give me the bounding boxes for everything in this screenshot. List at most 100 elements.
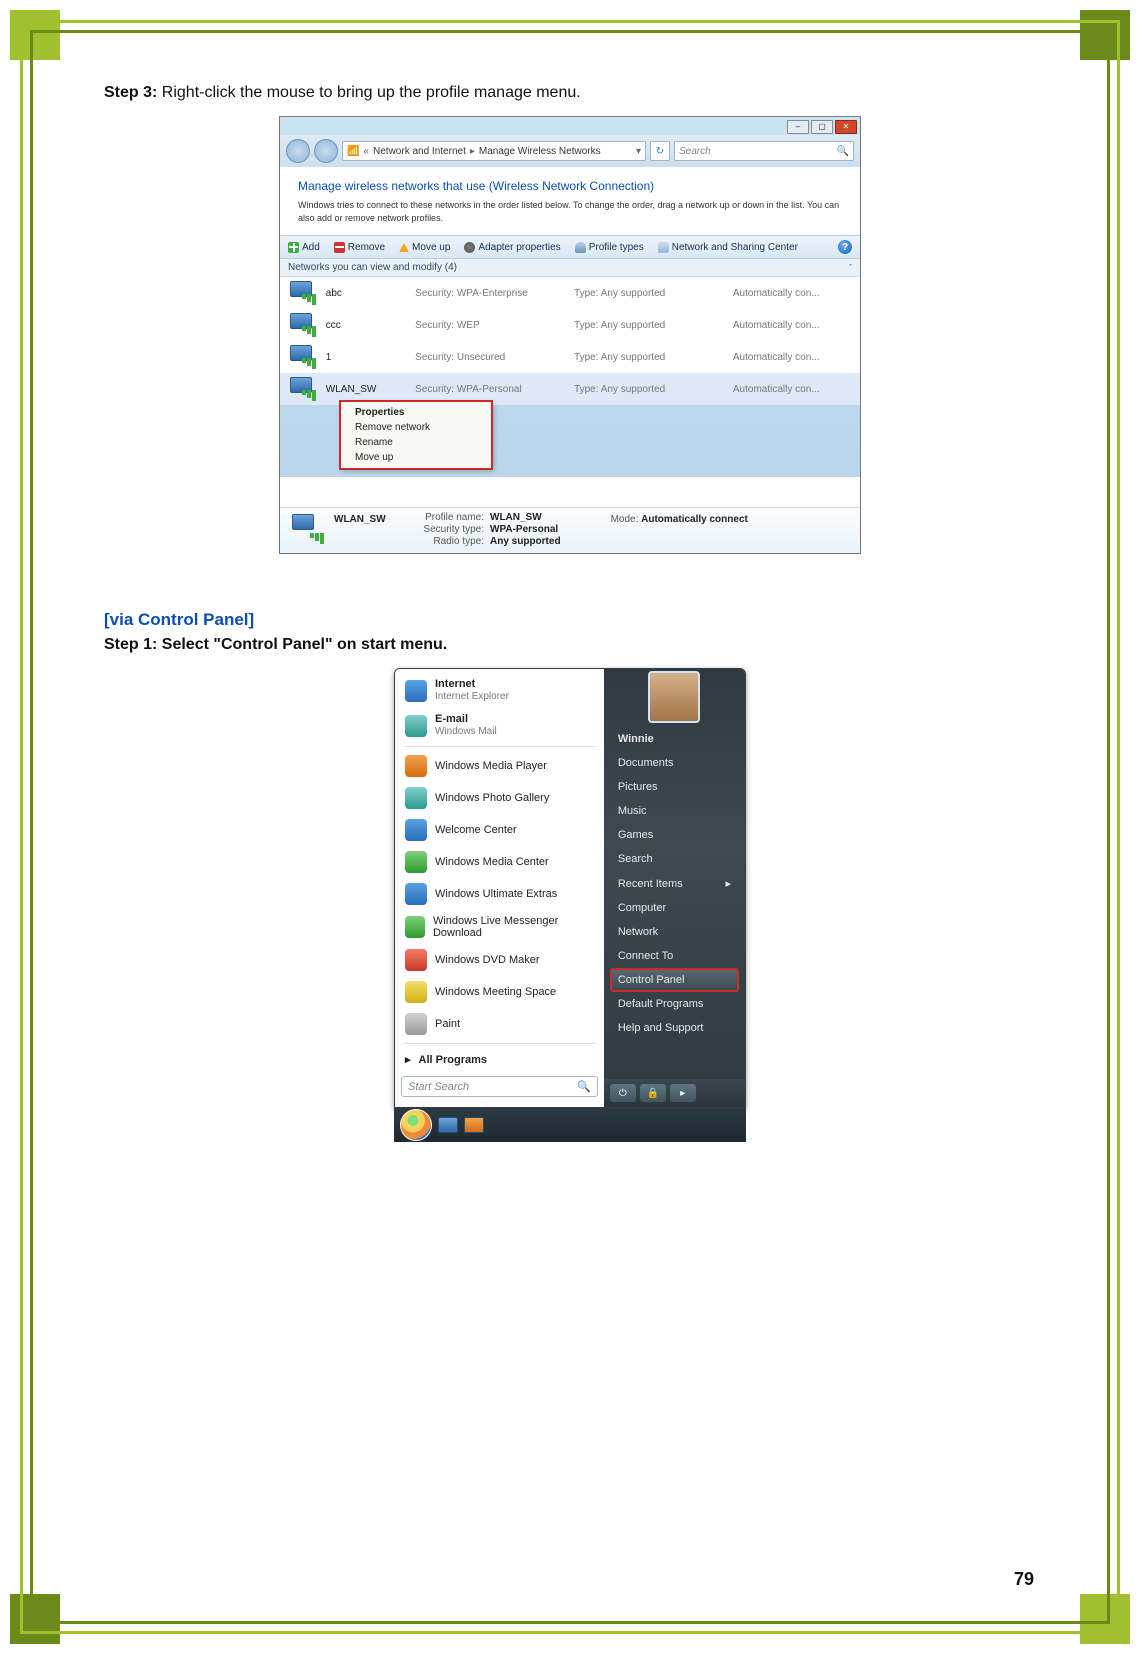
k-security: Security type: — [394, 524, 484, 535]
page-heading: Manage wireless networks that use (Wirel… — [298, 179, 842, 193]
toolbar-moveup[interactable]: Move up — [399, 242, 450, 253]
start-right-label: Network — [618, 926, 658, 938]
breadcrumb-seg-2[interactable]: Manage Wireless Networks — [479, 146, 601, 157]
k-profile: Profile name: — [394, 512, 484, 523]
app-label: Welcome Center — [435, 824, 517, 836]
start-right-item[interactable]: Recent Items▸ — [604, 871, 745, 896]
chevron-right-icon: ▸ — [470, 146, 475, 157]
network-icon — [288, 377, 316, 401]
start-left-item[interactable]: Windows Ultimate Extras — [395, 878, 604, 910]
group-header[interactable]: Networks you can view and modify (4) ˆ — [280, 259, 860, 277]
app-icon — [405, 981, 427, 1003]
taskbar — [394, 1108, 746, 1142]
start-right-label: Music — [618, 805, 647, 817]
network-row[interactable]: abcSecurity: WPA-EnterpriseType: Any sup… — [280, 277, 860, 309]
network-row[interactable]: 1Security: UnsecuredType: Any supportedA… — [280, 341, 860, 373]
start-right-item[interactable]: Games — [604, 823, 745, 847]
start-left-item[interactable]: Windows DVD Maker — [395, 944, 604, 976]
network-name: ccc — [326, 320, 405, 331]
start-right-item[interactable]: Documents — [604, 751, 745, 775]
power-button[interactable]: ⏻ — [610, 1084, 636, 1102]
help-icon[interactable]: ? — [838, 240, 852, 254]
start-right-item[interactable]: Search — [604, 847, 745, 871]
network-icon — [290, 514, 324, 544]
chevron-up-icon: ˆ — [849, 263, 852, 273]
step-3-line: Step 3: Right-click the mouse to bring u… — [104, 84, 1040, 102]
network-auto: Automatically con... — [733, 288, 852, 299]
start-right-item-control-panel[interactable]: Control Panel — [610, 968, 739, 992]
address-bar: 📶 « Network and Internet ▸ Manage Wirele… — [280, 135, 860, 167]
app-icon — [405, 787, 427, 809]
page-content: Step 3: Right-click the mouse to bring u… — [100, 70, 1040, 1584]
network-type: Type: Any supported — [574, 288, 723, 299]
start-left-item[interactable]: Windows Media Player — [395, 750, 604, 782]
step-1-line: Step 1: Select "Control Panel" on start … — [104, 636, 1040, 654]
start-left-item[interactable]: Paint — [395, 1008, 604, 1040]
nav-forward-button[interactable] — [314, 139, 338, 163]
ctx-properties[interactable]: Properties — [341, 405, 491, 420]
start-left-item[interactable]: Welcome Center — [395, 814, 604, 846]
toolbar-add[interactable]: Add — [288, 242, 320, 253]
ctx-rename[interactable]: Rename — [341, 435, 491, 450]
start-left-item[interactable]: InternetInternet Explorer — [395, 673, 604, 708]
start-right-item[interactable]: Pictures — [604, 775, 745, 799]
toolbar-center[interactable]: Network and Sharing Center — [658, 242, 798, 253]
start-left-item[interactable]: Windows Photo Gallery — [395, 782, 604, 814]
network-row[interactable]: cccSecurity: WEPType: Any supportedAutom… — [280, 309, 860, 341]
step-3-text: Right-click the mouse to bring up the pr… — [157, 84, 580, 101]
app-label: Windows Media Player — [435, 760, 547, 772]
start-left-item[interactable]: Windows Live Messenger Download — [395, 910, 604, 944]
taskbar-icon[interactable] — [438, 1117, 458, 1133]
window-titlebar: – ▢ ✕ — [280, 117, 860, 135]
start-right-label: Games — [618, 829, 653, 841]
toolbar-adapter-label: Adapter properties — [478, 242, 560, 253]
shutdown-menu[interactable]: ▸ — [670, 1084, 696, 1102]
breadcrumb-dropdown-icon[interactable]: ▾ — [636, 146, 641, 157]
start-left-item[interactable]: Windows Media Center — [395, 846, 604, 878]
start-right-item[interactable]: Default Programs — [604, 992, 745, 1016]
breadcrumb-seg-1[interactable]: Network and Internet — [373, 146, 466, 157]
breadcrumb[interactable]: 📶 « Network and Internet ▸ Manage Wirele… — [342, 141, 646, 161]
start-right-item[interactable]: Help and Support — [604, 1016, 745, 1040]
toolbar-profile-label: Profile types — [589, 242, 644, 253]
start-search-input[interactable]: Start Search 🔍 — [401, 1076, 598, 1097]
plus-icon — [288, 242, 299, 253]
network-icon — [288, 345, 316, 369]
refresh-button[interactable]: ↻ — [650, 141, 670, 161]
start-orb[interactable] — [400, 1109, 432, 1141]
start-left-item[interactable]: Windows Meeting Space — [395, 976, 604, 1008]
user-avatar[interactable] — [648, 671, 700, 723]
app-label: Windows DVD Maker — [435, 954, 540, 966]
start-left-item[interactable]: E-mailWindows Mail — [395, 708, 604, 743]
start-right-item[interactable]: Network — [604, 920, 745, 944]
maximize-button[interactable]: ▢ — [811, 120, 833, 134]
minus-icon — [334, 242, 345, 253]
start-right-item[interactable]: Connect To — [604, 944, 745, 968]
network-name: WLAN_SW — [326, 384, 405, 395]
app-label: Windows Photo Gallery — [435, 792, 549, 804]
nav-back-button[interactable] — [286, 139, 310, 163]
ctx-remove[interactable]: Remove network — [341, 420, 491, 435]
network-type: Type: Any supported — [574, 320, 723, 331]
ctx-moveup[interactable]: Move up — [341, 450, 491, 465]
close-button[interactable]: ✕ — [835, 120, 857, 134]
start-search-placeholder: Start Search — [408, 1081, 469, 1093]
v-radio: Any supported — [490, 536, 561, 547]
lock-button[interactable]: 🔒 — [640, 1084, 666, 1102]
search-input[interactable]: Search 🔍 — [674, 141, 854, 161]
app-label: InternetInternet Explorer — [435, 678, 509, 703]
toolbar-remove-label: Remove — [348, 242, 385, 253]
start-right-item[interactable]: Computer — [604, 896, 745, 920]
start-right-column: Winnie DocumentsPictures Music Games Search… — [604, 669, 745, 1107]
toolbar-remove[interactable]: Remove — [334, 242, 385, 253]
toolbar-adapter[interactable]: Adapter properties — [464, 242, 560, 253]
app-label: Windows Live Messenger Download — [433, 915, 594, 939]
start-right-item[interactable]: Music — [604, 799, 745, 823]
k-mode: Mode: — [611, 514, 639, 525]
taskbar-icon[interactable] — [464, 1117, 484, 1133]
minimize-button[interactable]: – — [787, 120, 809, 134]
toolbar-profile[interactable]: Profile types — [575, 242, 644, 253]
user-name[interactable]: Winnie — [604, 727, 745, 751]
all-programs[interactable]: ▸ All Programs — [395, 1047, 604, 1072]
all-programs-label: All Programs — [419, 1054, 487, 1066]
